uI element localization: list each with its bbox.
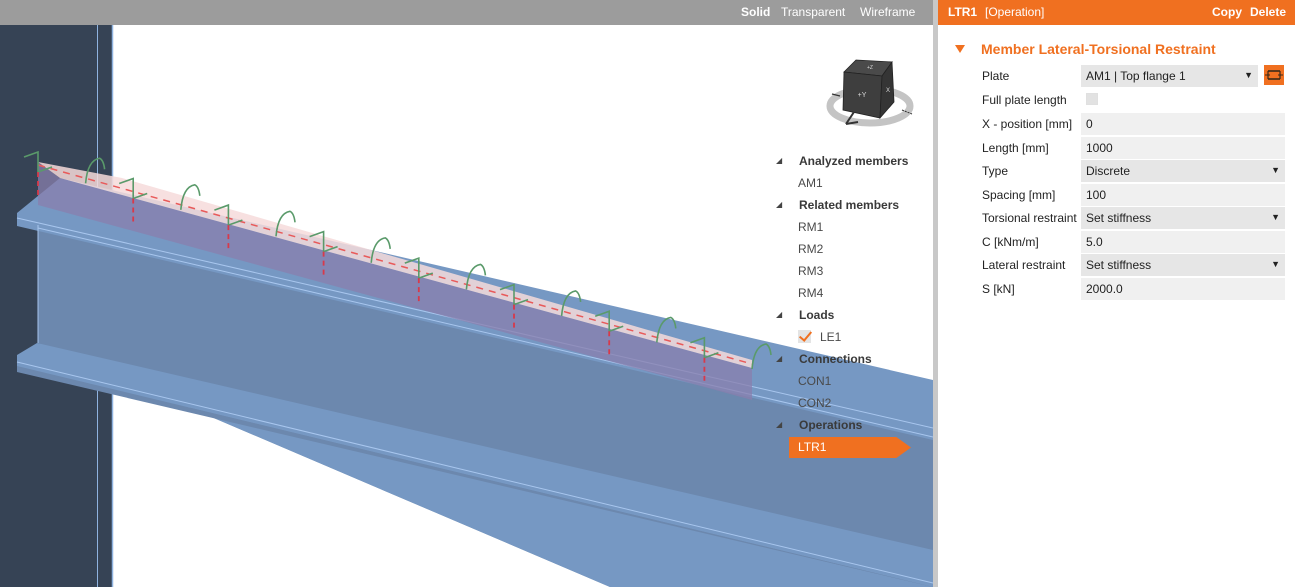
prop-row-plate: Plate AM1 | Top flange 1 ▼ xyxy=(982,65,1287,87)
delete-button[interactable]: Delete xyxy=(1250,5,1286,19)
prop-row-c: C [kNm/m] 5.0 xyxy=(982,231,1287,253)
c-label: C [kNm/m] xyxy=(982,235,1039,249)
3d-viewport[interactable]: Solid Transparent Wireframe +Z +Y X ◢ Ana… xyxy=(0,0,933,587)
collapse-caret-icon[interactable]: ◢ xyxy=(776,304,782,326)
view-mode-transparent[interactable]: Transparent xyxy=(781,5,845,19)
chevron-down-icon: ▼ xyxy=(1244,70,1253,80)
s-label: S [kN] xyxy=(982,282,1015,296)
checkmark-icon[interactable] xyxy=(798,330,811,344)
tree-group-label: Analyzed members xyxy=(799,154,909,168)
tree-group-label: Operations xyxy=(799,418,863,432)
plate-dropdown[interactable]: AM1 | Top flange 1 ▼ xyxy=(1081,65,1258,87)
tree-item-label: LTR1 xyxy=(798,440,827,454)
tree-item-am1[interactable]: AM1 xyxy=(770,172,930,194)
view-mode-toolbar: Solid Transparent Wireframe xyxy=(0,0,933,25)
prop-row-x-position: X - position [mm] 0 xyxy=(982,113,1287,135)
collapse-caret-icon[interactable]: ◢ xyxy=(776,414,782,436)
prop-row-type: Type Discrete ▼ xyxy=(982,160,1287,182)
tree-item-ltr1[interactable]: LTR1 xyxy=(770,436,930,458)
tree-group-connections[interactable]: ◢ Connections xyxy=(770,348,930,370)
operation-type: [Operation] xyxy=(985,5,1045,19)
section-header[interactable]: Member Lateral-Torsional Restraint xyxy=(955,41,1216,57)
chevron-down-icon: ▼ xyxy=(1271,259,1280,269)
section-title: Member Lateral-Torsional Restraint xyxy=(981,41,1216,57)
view-mode-wireframe[interactable]: Wireframe xyxy=(860,5,915,19)
s-input[interactable]: 2000.0 xyxy=(1081,278,1285,300)
tree-item-label: LE1 xyxy=(820,330,842,344)
tree-group-analyzed-members[interactable]: ◢ Analyzed members xyxy=(770,150,930,172)
tree-item-le1[interactable]: LE1 xyxy=(770,326,930,348)
tree-group-loads[interactable]: ◢ Loads xyxy=(770,304,930,326)
lateral-restraint-value: Set stiffness xyxy=(1086,258,1152,272)
torsional-restraint-dropdown[interactable]: Set stiffness ▼ xyxy=(1081,207,1285,229)
nav-cube-front-label: +Y xyxy=(858,92,867,99)
c-input[interactable]: 5.0 xyxy=(1081,231,1285,253)
full-plate-length-label: Full plate length xyxy=(982,93,1067,107)
tree-item-rm3[interactable]: RM3 xyxy=(770,260,930,282)
tree-item-con1[interactable]: CON1 xyxy=(770,370,930,392)
operation-name: LTR1 xyxy=(948,5,978,19)
copy-button[interactable]: Copy xyxy=(1212,5,1242,19)
prop-row-s: S [kN] 2000.0 xyxy=(982,278,1287,300)
tree-group-label: Connections xyxy=(799,352,872,366)
tree-group-related-members[interactable]: ◢ Related members xyxy=(770,194,930,216)
prop-row-lateral-restraint: Lateral restraint Set stiffness ▼ xyxy=(982,254,1287,276)
torsional-restraint-label: Torsional restraint xyxy=(982,211,1077,225)
app-window: Solid Transparent Wireframe +Z +Y X ◢ Ana… xyxy=(0,0,1295,587)
prop-row-torsional-restraint: Torsional restraint Set stiffness ▼ xyxy=(982,207,1287,229)
tree-group-label: Loads xyxy=(799,308,835,322)
length-label: Length [mm] xyxy=(982,141,1049,155)
spacing-input[interactable]: 100 xyxy=(1081,184,1285,206)
prop-row-full-plate-length: Full plate length xyxy=(982,89,1287,111)
tree-item-rm2[interactable]: RM2 xyxy=(770,238,930,260)
plate-value: AM1 | Top flange 1 xyxy=(1086,69,1186,83)
chevron-down-icon: ▼ xyxy=(1271,165,1280,175)
project-tree: ◢ Analyzed members AM1 ◢ Related members R… xyxy=(770,150,930,458)
nav-cube-side-label: X xyxy=(886,88,890,94)
tree-item-rm4[interactable]: RM4 xyxy=(770,282,930,304)
nav-cube-top-label: +Z xyxy=(867,65,873,71)
collapse-caret-icon[interactable]: ◢ xyxy=(776,348,782,370)
x-position-label: X - position [mm] xyxy=(982,117,1073,131)
tree-item-rm1[interactable]: RM1 xyxy=(770,216,930,238)
x-position-input[interactable]: 0 xyxy=(1081,113,1285,135)
swap-icon xyxy=(1265,70,1283,80)
collapse-caret-icon[interactable]: ◢ xyxy=(776,194,782,216)
chevron-down-icon: ▼ xyxy=(1271,212,1280,222)
collapse-triangle-icon[interactable] xyxy=(955,45,965,53)
full-plate-length-checkbox[interactable] xyxy=(1086,93,1098,105)
view-mode-solid[interactable]: Solid xyxy=(741,5,770,19)
properties-header: LTR1 [Operation] Copy Delete xyxy=(938,0,1295,25)
navigation-cube[interactable]: +Z +Y X xyxy=(826,56,918,130)
type-value: Discrete xyxy=(1086,164,1131,178)
plate-label: Plate xyxy=(982,69,1010,83)
lateral-restraint-dropdown[interactable]: Set stiffness ▼ xyxy=(1081,254,1285,276)
length-input[interactable]: 1000 xyxy=(1081,137,1285,159)
spacing-label: Spacing [mm] xyxy=(982,188,1056,202)
prop-row-spacing: Spacing [mm] 100 xyxy=(982,184,1287,206)
tree-group-operations[interactable]: ◢ Operations xyxy=(770,414,930,436)
collapse-caret-icon[interactable]: ◢ xyxy=(776,150,782,172)
prop-row-length: Length [mm] 1000 xyxy=(982,137,1287,159)
tree-group-label: Related members xyxy=(799,198,900,212)
type-dropdown[interactable]: Discrete ▼ xyxy=(1081,160,1285,182)
swap-plate-button[interactable] xyxy=(1264,65,1284,85)
type-label: Type xyxy=(982,164,1009,178)
tree-item-con2[interactable]: CON2 xyxy=(770,392,930,414)
lateral-restraint-label: Lateral restraint xyxy=(982,258,1066,272)
properties-panel: LTR1 [Operation] Copy Delete Member Late… xyxy=(938,0,1295,587)
torsional-restraint-value: Set stiffness xyxy=(1086,211,1152,225)
